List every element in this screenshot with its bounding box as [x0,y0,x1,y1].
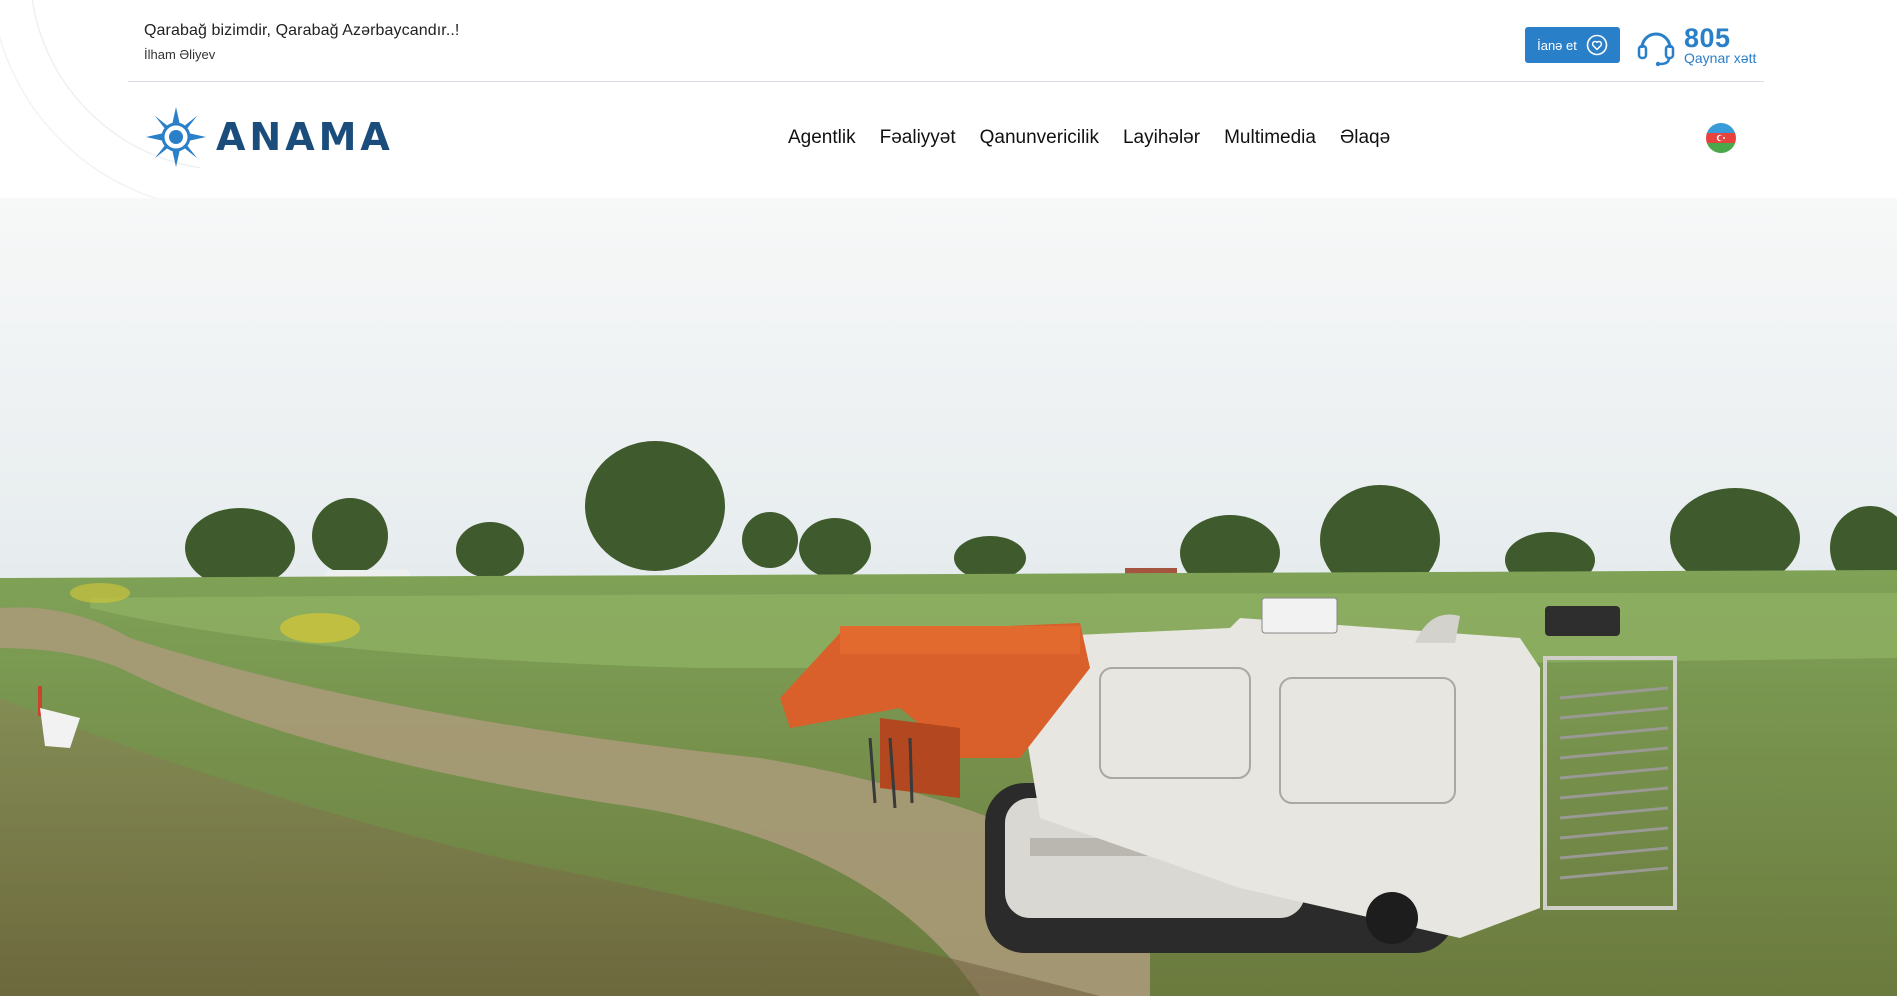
donate-button[interactable]: İanə et [1525,27,1620,63]
quote-text: Qarabağ bizimdir, Qarabağ Azərbaycandır.… [144,22,460,39]
nav-item-qanunvericilik[interactable]: Qanunvericilik [968,127,1111,149]
nav-item-elaqe[interactable]: Əlaqə [1328,127,1402,149]
main-nav: Agentlik Fəaliyyət Qanunvericilik Layihə… [776,127,1402,149]
nav-item-multimedia[interactable]: Multimedia [1212,127,1328,149]
logo-wordmark: ANAMA [216,115,394,159]
donate-label: İanə et [1537,37,1577,53]
top-bar: Qarabağ bizimdir, Qarabağ Azərbaycandır.… [128,0,1764,82]
quote-author: İlham Əliyev [144,47,216,62]
nav-item-fealiyyet[interactable]: Fəaliyyət [868,127,968,149]
quote-block: Qarabağ bizimdir, Qarabağ Azərbaycandır.… [144,22,459,62]
nav-item-layiheler[interactable]: Layihələr [1111,127,1212,149]
hotline-label: Qaynar xətt [1684,50,1757,66]
hotline[interactable]: 805 Qaynar xətt [1634,24,1756,68]
hotline-number: 805 [1684,23,1731,53]
headset-icon [1637,32,1675,67]
heart-icon [1586,34,1608,56]
demining-machine-photo [0,198,1897,996]
logo[interactable]: ANAMA [144,105,394,169]
main-header: ANAMA Agentlik Fəaliyyət Qanunvericilik … [0,83,1897,198]
star-emblem-icon [146,107,206,167]
hero-banner [0,198,1897,996]
azerbaijan-flag-icon[interactable] [1706,123,1736,153]
nav-item-agentlik[interactable]: Agentlik [776,127,868,149]
